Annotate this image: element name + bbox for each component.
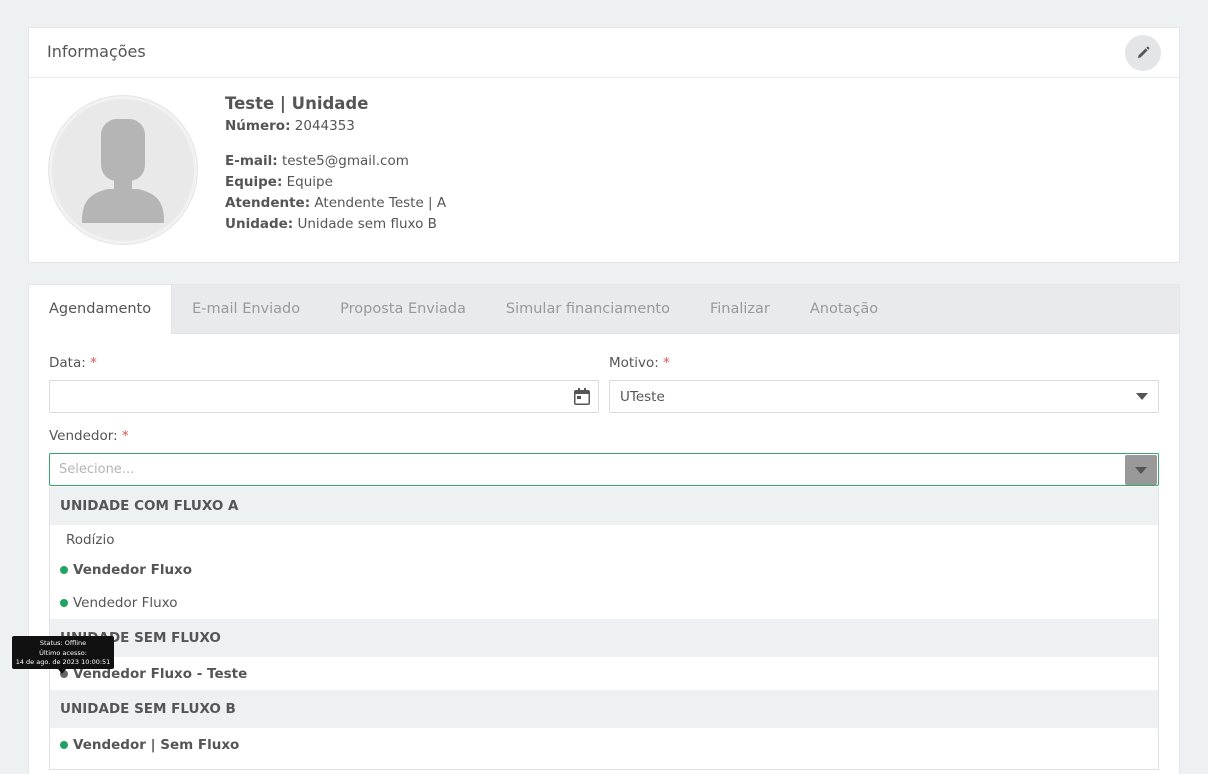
tab-email-enviado[interactable]: E-mail Enviado (172, 285, 320, 333)
field-unidade: Unidade: Unidade sem fluxo B (225, 214, 446, 235)
info-card-title: Informações (47, 42, 146, 61)
field-value: 2044353 (294, 118, 355, 134)
field-numero: Número: 2044353 (225, 116, 446, 137)
option-vendedor-fluxo-1[interactable]: Vendedor Fluxo (50, 553, 1158, 586)
pencil-icon (1138, 46, 1150, 58)
contact-name: Teste | Unidade (225, 94, 369, 113)
field-value: teste5@gmail.com (281, 153, 409, 169)
field-value: Equipe (286, 174, 333, 190)
data-date-input[interactable] (49, 380, 599, 413)
group-header: UNIDADE SEM FLUXO B (50, 690, 1158, 728)
online-status-dot (60, 565, 68, 574)
required-mark: * (90, 355, 97, 371)
option-label: Vendedor | Sem Fluxo (73, 736, 240, 753)
online-status-dot (60, 740, 68, 749)
motivo-label-text: Motivo: (609, 355, 659, 371)
vendedor-select[interactable]: Selecione... (49, 453, 1159, 486)
data-label-text: Data: (49, 355, 86, 371)
motivo-value: UTeste (620, 389, 665, 405)
field-label: E-mail: (225, 153, 278, 169)
status-tooltip: Status: Offline Último acesso: 14 de ago… (12, 636, 114, 669)
field-equipe: Equipe: Equipe (225, 172, 446, 193)
motivo-select[interactable]: UTeste (609, 380, 1159, 413)
dropdown-toggle-button[interactable] (1125, 455, 1157, 485)
vendedor-label-text: Vendedor: (49, 428, 118, 444)
tab-simular-financiamento[interactable]: Simular financiamento (486, 285, 690, 333)
tooltip-arrow (58, 669, 66, 674)
info-card: Informações Teste | Unidade Número: 2044… (28, 27, 1180, 263)
data-label: Data: * (49, 355, 97, 371)
option-vendedor-fluxo-2[interactable]: Vendedor Fluxo (50, 586, 1158, 619)
option-vendedor-fluxo-teste[interactable]: Vendedor Fluxo - Teste (50, 657, 1158, 690)
motivo-label: Motivo: * (609, 355, 670, 371)
group-header: UNIDADE COM FLUXO A (50, 487, 1158, 525)
required-mark: * (663, 355, 670, 371)
field-label: Equipe: (225, 174, 283, 190)
field-value: Atendente Teste | A (314, 195, 447, 211)
option-rodizio[interactable]: Rodízio (50, 525, 1158, 553)
avatar (49, 96, 197, 244)
option-label: Vendedor Fluxo (73, 594, 178, 611)
profile-details: Teste | Unidade Número: 2044353 E-mail: … (225, 94, 446, 235)
group-header: UNIDADE SEM FLUXO (50, 619, 1158, 657)
option-label: Rodízio (66, 532, 115, 548)
option-label: Vendedor Fluxo (73, 561, 193, 578)
tab-anotacao[interactable]: Anotação (790, 285, 898, 333)
online-status-dot (60, 598, 68, 607)
chevron-down-icon (1136, 393, 1148, 400)
field-value: Unidade sem fluxo B (297, 216, 437, 232)
tab-finalizar[interactable]: Finalizar (690, 285, 790, 333)
field-atendente: Atendente: Atendente Teste | A (225, 193, 446, 214)
vendedor-placeholder: Selecione... (59, 462, 135, 477)
option-vendedor-sem-fluxo[interactable]: Vendedor | Sem Fluxo (50, 728, 1158, 761)
field-email: E-mail: teste5@gmail.com (225, 151, 446, 172)
field-label: Número: (225, 118, 291, 134)
tooltip-last-access-label: Último acesso: (39, 648, 87, 657)
vendedor-label: Vendedor: * (49, 428, 129, 444)
calendar-icon[interactable] (574, 388, 590, 405)
edit-button[interactable] (1125, 35, 1161, 71)
required-mark: * (121, 428, 129, 444)
user-silhouette-icon (82, 119, 164, 223)
field-label: Unidade: (225, 216, 294, 232)
vendedor-dropdown-list: UNIDADE COM FLUXO A Rodízio Vendedor Flu… (49, 487, 1159, 770)
tab-bar: Agendamento E-mail Enviado Proposta Envi… (29, 285, 1179, 334)
tab-proposta-enviada[interactable]: Proposta Enviada (320, 285, 486, 333)
tooltip-last-access-date: 14 de ago. de 2023 10:00:51 (15, 658, 111, 666)
tab-agendamento[interactable]: Agendamento (29, 285, 173, 334)
info-card-header: Informações (29, 28, 1179, 78)
field-label: Atendente: (225, 195, 311, 211)
chevron-down-icon (1135, 467, 1147, 474)
tooltip-status: Status: Offline (39, 639, 87, 647)
